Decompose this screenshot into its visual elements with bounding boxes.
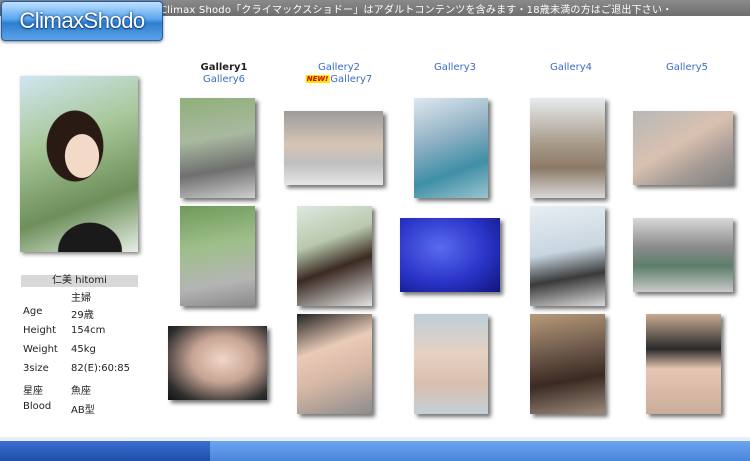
- nav-gallery3[interactable]: Gallery3: [434, 62, 476, 73]
- nav-gallery2[interactable]: Gallery2: [318, 62, 360, 73]
- gallery-thumbnail[interactable]: [180, 98, 255, 198]
- profile-weight-label: Weight: [23, 344, 58, 355]
- profile-zodiac-label: 星座: [23, 386, 43, 397]
- nav-gallery6[interactable]: Gallery6: [203, 74, 245, 85]
- gallery-thumbnail[interactable]: [168, 326, 267, 400]
- gallery-thumbnail[interactable]: [530, 314, 605, 414]
- gallery-thumbnail[interactable]: [646, 314, 721, 414]
- gallery-thumbnail[interactable]: [180, 206, 255, 306]
- nav-gallery5[interactable]: Gallery5: [666, 62, 708, 73]
- new-badge: NEW!: [305, 75, 330, 83]
- profile-age-label: Age: [23, 306, 43, 317]
- gallery-thumbnail[interactable]: [530, 98, 605, 198]
- site-logo-text: ClimaxShodo: [19, 8, 145, 33]
- gallery-thumbnail[interactable]: [530, 206, 605, 306]
- profile-3size-value: 82(E):60:85: [71, 363, 131, 374]
- profile-photo: [20, 76, 138, 252]
- profile-age-value: 29歳: [71, 310, 94, 321]
- profile-height-value: 154cm: [71, 325, 106, 336]
- nav-gallery4[interactable]: Gallery4: [550, 62, 592, 73]
- age-warning-notice: Climax Shodo「クライマックスショドー」はアダルトコンテンツを含みます…: [160, 5, 673, 16]
- gallery-thumbnail[interactable]: [400, 218, 500, 292]
- gallery-thumbnail[interactable]: [414, 98, 488, 198]
- profile-name: 仁美 hitomi: [21, 275, 138, 287]
- profile-weight-value: 45kg: [71, 344, 96, 355]
- profile-blood-value: AB型: [71, 405, 95, 416]
- gallery-thumbnail[interactable]: [633, 218, 733, 292]
- profile-3size-label: 3size: [23, 363, 49, 374]
- gallery-thumbnail[interactable]: [297, 206, 372, 306]
- profile-blood-label: Blood: [23, 401, 52, 412]
- nav-gallery7[interactable]: NEW! Gallery7: [305, 74, 373, 85]
- gallery-thumbnail[interactable]: [297, 314, 372, 414]
- nav-gallery7-label: Gallery7: [330, 74, 373, 85]
- profile-occupation: 主婦: [71, 293, 91, 304]
- footer-bar-light: [210, 441, 750, 461]
- gallery-thumbnail[interactable]: [633, 111, 733, 185]
- site-logo[interactable]: ClimaxShodo: [1, 1, 163, 41]
- profile-zodiac-value: 魚座: [71, 386, 91, 397]
- nav-gallery1[interactable]: Gallery1: [200, 62, 247, 73]
- gallery-thumbnail[interactable]: [284, 111, 383, 185]
- profile-height-label: Height: [23, 325, 57, 336]
- gallery-thumbnail[interactable]: [414, 314, 488, 414]
